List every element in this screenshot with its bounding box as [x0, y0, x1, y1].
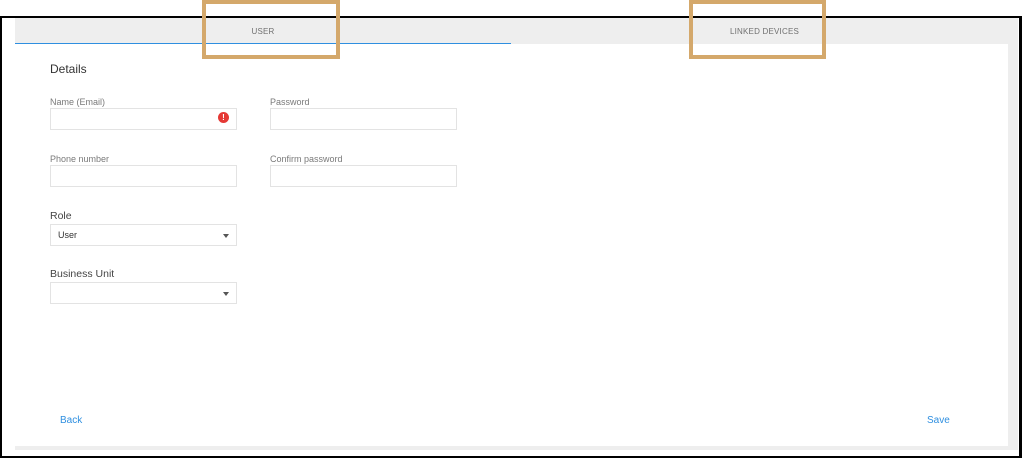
- save-button[interactable]: Save: [927, 415, 950, 426]
- password-label: Password: [270, 97, 310, 107]
- tab-linked-devices[interactable]: LINKED DEVICES: [511, 18, 1018, 44]
- name-email-label: Name (Email): [50, 97, 106, 107]
- business-unit-label: Business Unit: [50, 268, 115, 280]
- details-content: Details Name (Email) ! Password Phone nu…: [15, 44, 1008, 446]
- tab-linked-devices-label: LINKED DEVICES: [729, 26, 800, 36]
- back-button[interactable]: Back: [60, 415, 82, 426]
- tab-user[interactable]: USER: [15, 18, 511, 44]
- role-label: Role: [50, 210, 72, 222]
- confirm-password-input[interactable]: [270, 165, 457, 187]
- confirm-password-label: Confirm password: [270, 154, 343, 164]
- section-title: Details: [50, 62, 87, 76]
- chevron-down-icon: [223, 292, 229, 296]
- user-panel: USER LINKED DEVICES Details Name (Email)…: [15, 18, 1018, 450]
- phone-number-input[interactable]: [50, 165, 237, 187]
- phone-number-label: Phone number: [50, 154, 110, 164]
- name-email-input[interactable]: [50, 108, 237, 130]
- role-selected-value: User: [58, 230, 78, 240]
- tab-user-label: USER: [251, 26, 275, 36]
- error-icon: !: [218, 112, 229, 123]
- business-unit-select[interactable]: [50, 282, 237, 304]
- chevron-down-icon: [223, 234, 229, 238]
- role-select[interactable]: User: [50, 224, 237, 246]
- app-frame: USER LINKED DEVICES Details Name (Email)…: [0, 16, 1022, 458]
- password-input[interactable]: [270, 108, 457, 130]
